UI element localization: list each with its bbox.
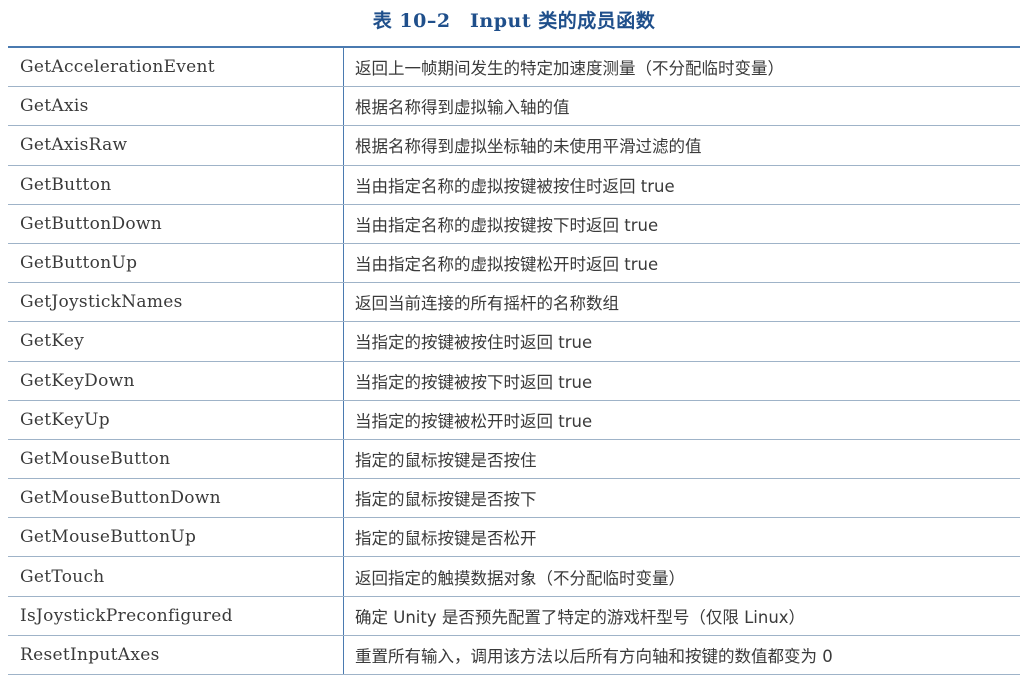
function-name-cell: GetAccelerationEvent (8, 46, 344, 88)
function-description-cell: 当由指定名称的虚拟按键按下时返回 true (343, 204, 1020, 244)
table-row: GetMouseButton 指定的鼠标按键是否按住 (8, 439, 1020, 480)
function-description-cell: 当指定的按键被松开时返回 true (343, 400, 1020, 440)
function-description-cell: 根据名称得到虚拟坐标轴的未使用平滑过滤的值 (343, 125, 1020, 166)
table-row: GetKeyDown 当指定的按键被按下时返回 true (8, 361, 1020, 401)
function-name-cell: GetButtonDown (8, 204, 344, 244)
table-row: ResetInputAxes 重置所有输入，调用该方法以后所有方向轴和按键的数值都… (8, 635, 1020, 676)
table-body: GetAccelerationEvent 返回上一帧期间发生的特定加速度测量（不分… (8, 46, 1020, 676)
function-name-cell: GetTouch (8, 556, 344, 597)
function-name-cell: GetKey (8, 321, 344, 362)
table-row: GetAxisRaw 根据名称得到虚拟坐标轴的未使用平滑过滤的值 (8, 125, 1020, 166)
function-description-cell: 当由指定名称的虚拟按键被按住时返回 true (343, 165, 1020, 205)
function-description-cell: 根据名称得到虚拟输入轴的值 (343, 86, 1020, 127)
function-description-cell: 指定的鼠标按键是否按下 (343, 478, 1020, 519)
function-name-cell: GetButton (8, 165, 344, 205)
function-description-cell: 当由指定名称的虚拟按键松开时返回 true (343, 243, 1020, 284)
function-description-cell: 返回指定的触摸数据对象（不分配临时变量） (343, 556, 1020, 597)
table-row: GetButtonDown 当由指定名称的虚拟按键按下时返回 true (8, 204, 1020, 244)
function-name-cell: GetMouseButton (8, 439, 344, 480)
function-description-cell: 确定 Unity 是否预先配置了特定的游戏杆型号（仅限 Linux） (343, 596, 1020, 636)
function-name-cell: GetKeyDown (8, 361, 344, 401)
function-description-cell: 指定的鼠标按键是否松开 (343, 517, 1020, 558)
table-row: GetKey 当指定的按键被按住时返回 true (8, 321, 1020, 362)
function-description-cell: 指定的鼠标按键是否按住 (343, 439, 1020, 480)
function-name-cell: GetMouseButtonUp (8, 517, 344, 558)
table-caption: 表 10–2 Input 类的成员函数 (372, 10, 656, 32)
table-row: GetKeyUp 当指定的按键被松开时返回 true (8, 400, 1020, 440)
function-description-cell: 当指定的按键被按住时返回 true (343, 321, 1020, 362)
table-row: GetButtonUp 当由指定名称的虚拟按键松开时返回 true (8, 243, 1020, 284)
function-name-cell: ResetInputAxes (8, 635, 344, 676)
table-row: GetAccelerationEvent 返回上一帧期间发生的特定加速度测量（不分… (8, 46, 1020, 88)
table-row: GetMouseButtonUp 指定的鼠标按键是否松开 (8, 517, 1020, 558)
table-row: GetTouch 返回指定的触摸数据对象（不分配临时变量） (8, 556, 1020, 597)
table-row: GetButton 当由指定名称的虚拟按键被按住时返回 true (8, 165, 1020, 205)
function-description-cell: 返回上一帧期间发生的特定加速度测量（不分配临时变量） (343, 46, 1020, 88)
function-description-cell: 重置所有输入，调用该方法以后所有方向轴和按键的数值都变为 0 (343, 635, 1020, 676)
function-name-cell: GetKeyUp (8, 400, 344, 440)
function-name-cell: GetAxis (8, 86, 344, 127)
member-function-table: GetAccelerationEvent 返回上一帧期间发生的特定加速度测量（不分… (8, 46, 1020, 676)
function-name-cell: GetJoystickNames (8, 282, 344, 323)
function-name-cell: IsJoystickPreconfigured (8, 596, 344, 636)
function-name-cell: GetAxisRaw (8, 125, 344, 166)
function-description-cell: 返回当前连接的所有摇杆的名称数组 (343, 282, 1020, 323)
table-row: GetJoystickNames 返回当前连接的所有摇杆的名称数组 (8, 282, 1020, 323)
table-row: GetAxis 根据名称得到虚拟输入轴的值 (8, 86, 1020, 127)
table-row: GetMouseButtonDown 指定的鼠标按键是否按下 (8, 478, 1020, 519)
function-name-cell: GetMouseButtonDown (8, 478, 344, 519)
table-row: IsJoystickPreconfigured 确定 Unity 是否预先配置了特… (8, 596, 1020, 636)
function-name-cell: GetButtonUp (8, 243, 344, 284)
function-description-cell: 当指定的按键被按下时返回 true (343, 361, 1020, 401)
